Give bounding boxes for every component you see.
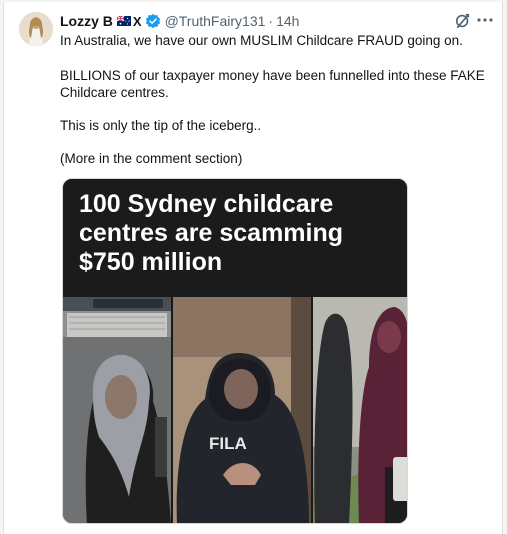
avatar[interactable] (19, 12, 53, 46)
tweet-card[interactable]: Lozzy B X @TruthFairy131 · 14h In Austra… (3, 2, 503, 534)
tweet-text-paragraph-3: This is only the tip of the iceberg.. (60, 118, 262, 133)
news-banner: 100 Sydney childcare centres are scammin… (63, 179, 407, 297)
avatar-photo (19, 12, 53, 46)
tweet-header: Lozzy B X @TruthFairy131 · 14h (60, 11, 299, 31)
shirt-print-text: FILA (209, 434, 247, 453)
australia-flag-icon (116, 16, 131, 26)
post-time[interactable]: 14h (276, 13, 299, 29)
tweet-text-line-1: In Australia, we have our own MUSLIM Chi… (60, 33, 463, 48)
author-handle[interactable]: @TruthFairy131 (165, 13, 266, 29)
verified-badge-icon[interactable] (145, 13, 161, 29)
tweet-text-paragraph-2: BILLIONS of our taxpayer money have been… (60, 68, 485, 100)
more-options-icon[interactable] (474, 10, 496, 30)
tweet-text-paragraph-4: (More in the comment section) (60, 151, 243, 166)
separator-dot: · (268, 13, 274, 29)
tweet-media-image[interactable]: 100 Sydney childcare centres are scammin… (62, 178, 408, 524)
news-headline: 100 Sydney childcare centres are scammin… (79, 190, 344, 276)
x-badge: X (132, 13, 142, 29)
grok-icon[interactable] (454, 12, 472, 30)
news-photos: FILA (63, 297, 407, 523)
author-name[interactable]: Lozzy B (60, 13, 113, 29)
